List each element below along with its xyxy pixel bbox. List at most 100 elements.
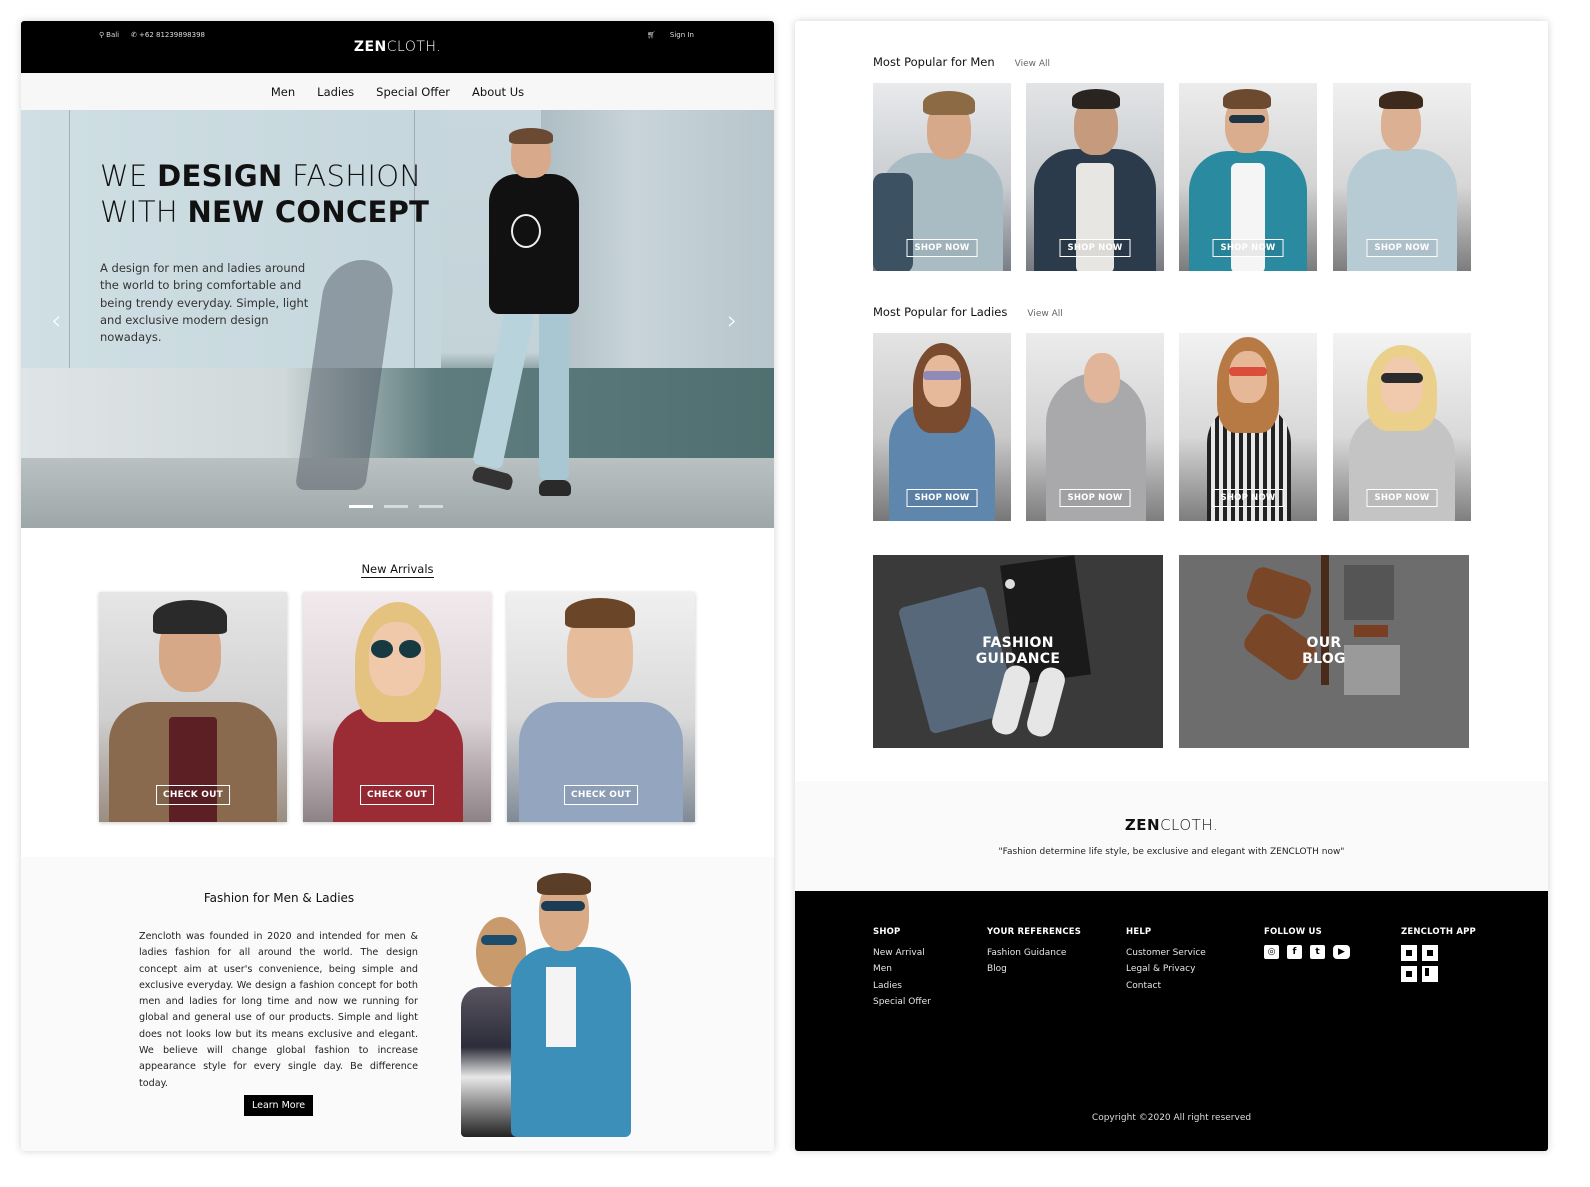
learn-more-button[interactable]: Learn More	[244, 1095, 314, 1116]
carousel-indicators	[349, 505, 443, 508]
footer-link-blog[interactable]: Blog	[987, 961, 1081, 977]
footer-link-contact[interactable]: Contact	[1126, 978, 1206, 994]
shop-now-button[interactable]: SHOP NOW	[1366, 239, 1438, 257]
view-all-ladies-link[interactable]: View All	[1027, 309, 1062, 319]
footer-references-column: YOUR REFERENCES Fashion Guidance Blog	[987, 927, 1081, 978]
nav-about-us[interactable]: About Us	[472, 85, 524, 99]
hero-headline: WE DESIGN FASHION WITH NEW CONCEPT	[100, 159, 430, 229]
phone-icon: ✆	[131, 31, 137, 39]
twitter-icon[interactable]: t	[1310, 945, 1325, 959]
product-card-men[interactable]: SHOP NOW	[873, 83, 1011, 271]
hero-description: A design for men and ladies around the w…	[100, 261, 309, 345]
shop-now-button[interactable]: SHOP NOW	[1059, 239, 1131, 257]
popular-men-title: Most Popular for Men	[873, 55, 995, 69]
check-out-button[interactable]: CHECK OUT	[564, 785, 638, 805]
social-icons: ◎ f t ▶	[1264, 945, 1350, 959]
logo-light: CLOTH.	[386, 39, 442, 55]
carousel-prev-icon[interactable]: ‹	[51, 306, 61, 336]
about-body: Zencloth was founded in 2020 and intende…	[139, 931, 418, 1089]
instagram-icon[interactable]: ◎	[1264, 945, 1279, 959]
new-arrivals-title: New Arrivals	[361, 562, 434, 578]
footer-link-ladies[interactable]: Ladies	[873, 978, 931, 994]
top-bar: ⚲ Bali ✆ +62 81239898398 ZENCLOTH. 🛒︎ Si…	[21, 21, 774, 73]
popular-men-header: Most Popular for Men View All	[873, 55, 1050, 69]
footer-link-men[interactable]: Men	[873, 961, 931, 977]
about-title: Fashion for Men & Ladies	[203, 891, 355, 905]
site-logo[interactable]: ZENCLOTH.	[21, 39, 774, 55]
logo-bold: ZEN	[353, 39, 387, 55]
product-card-ladies[interactable]: SHOP NOW	[873, 333, 1011, 521]
couple-image	[421, 873, 656, 1137]
qr-code-icon[interactable]	[1401, 945, 1476, 982]
card-figure-shirt	[169, 717, 217, 822]
nav-special-offer[interactable]: Special Offer	[376, 85, 450, 99]
hero-model-image	[471, 128, 601, 510]
phone-text: +62 81239898398	[139, 31, 205, 39]
shop-now-button[interactable]: SHOP NOW	[1212, 489, 1284, 507]
new-arrival-card[interactable]: CHECK OUT	[303, 592, 491, 822]
location-pin-icon: ⚲	[99, 31, 105, 39]
popular-ladies-header: Most Popular for Ladies View All	[873, 305, 1063, 319]
footer-shop-title: SHOP	[873, 927, 901, 937]
footer-shop-column: SHOP New Arrival Men Ladies Special Offe…	[873, 927, 931, 1010]
fashion-guidance-card[interactable]: FASHION GUIDANCE	[873, 555, 1163, 748]
product-card-men[interactable]: SHOP NOW	[1333, 83, 1471, 271]
footer-app-column: ZENCLOTH APP	[1401, 927, 1476, 982]
copyright-text: Copyright ©2020 All right reserved	[1091, 1113, 1252, 1123]
view-all-men-link[interactable]: View All	[1015, 59, 1050, 69]
carousel-dot-3[interactable]	[419, 505, 443, 508]
card-figure-face	[369, 622, 425, 696]
hero-bg-line	[69, 110, 70, 410]
footer-link-legal-privacy[interactable]: Legal & Privacy	[1126, 961, 1206, 977]
footer-help-column: HELP Customer Service Legal & Privacy Co…	[1126, 927, 1206, 994]
homepage-bottom-panel: Most Popular for Men View All SHOP NOW S…	[795, 21, 1548, 1151]
shop-now-button[interactable]: SHOP NOW	[906, 489, 978, 507]
account-area: 🛒︎ Sign In	[647, 31, 694, 39]
footer-link-fashion-guidance[interactable]: Fashion Guidance	[987, 945, 1081, 961]
site-footer: SHOP New Arrival Men Ladies Special Offe…	[795, 891, 1548, 1151]
footer-follow-title: FOLLOW US	[1264, 927, 1322, 937]
product-card-men[interactable]: SHOP NOW	[1026, 83, 1164, 271]
carousel-dot-1[interactable]	[349, 505, 373, 508]
shop-now-button[interactable]: SHOP NOW	[1366, 489, 1438, 507]
footer-link-customer-service[interactable]: Customer Service	[1126, 945, 1206, 961]
our-blog-card[interactable]: OUR BLOG	[1179, 555, 1469, 748]
contact-info: ⚲ Bali ✆ +62 81239898398	[99, 31, 205, 39]
hero-bg-stone	[21, 368, 774, 458]
check-out-button[interactable]: CHECK OUT	[360, 785, 434, 805]
carousel-dot-2[interactable]	[384, 505, 408, 508]
nav-ladies[interactable]: Ladies	[317, 85, 354, 99]
carousel-next-icon[interactable]: ›	[727, 306, 737, 336]
facebook-icon[interactable]: f	[1287, 945, 1302, 959]
youtube-icon[interactable]: ▶	[1333, 945, 1350, 959]
footer-link-special-offer[interactable]: Special Offer	[873, 994, 931, 1010]
sign-in-link[interactable]: Sign In	[670, 31, 694, 39]
new-arrival-card[interactable]: CHECK OUT	[99, 592, 287, 822]
brand-tagline-section: ZENCLOTH. "Fashion determine life style,…	[795, 781, 1548, 891]
footer-follow-column: FOLLOW US ◎ f t ▶	[1264, 927, 1350, 959]
cart-icon[interactable]: 🛒︎	[647, 31, 656, 39]
brand-quote: "Fashion determine life style, be exclus…	[998, 847, 1345, 857]
homepage-top-panel: ⚲ Bali ✆ +62 81239898398 ZENCLOTH. 🛒︎ Si…	[21, 21, 774, 1151]
footer-help-title: HELP	[1126, 927, 1152, 937]
product-card-ladies[interactable]: SHOP NOW	[1026, 333, 1164, 521]
footer-logo[interactable]: ZENCLOTH.	[795, 816, 1548, 834]
shop-now-button[interactable]: SHOP NOW	[1212, 239, 1284, 257]
card-figure-sunglasses	[371, 640, 393, 658]
location-text: Bali	[106, 31, 120, 39]
product-card-men[interactable]: SHOP NOW	[1179, 83, 1317, 271]
shop-now-button[interactable]: SHOP NOW	[906, 239, 978, 257]
phone: ✆ +62 81239898398	[131, 31, 205, 39]
product-card-ladies[interactable]: SHOP NOW	[1333, 333, 1471, 521]
nav-men[interactable]: Men	[271, 85, 295, 99]
new-arrival-card[interactable]: CHECK OUT	[507, 592, 695, 822]
card-figure-beanie	[153, 600, 227, 634]
shop-now-button[interactable]: SHOP NOW	[1059, 489, 1131, 507]
check-out-button[interactable]: CHECK OUT	[156, 785, 230, 805]
hero-carousel: WE DESIGN FASHION WITH NEW CONCEPT A des…	[21, 110, 774, 528]
fashion-guidance-label: FASHION GUIDANCE	[975, 635, 1061, 667]
about-section: Fashion for Men & Ladies Zencloth was fo…	[21, 857, 774, 1151]
product-card-ladies[interactable]: SHOP NOW	[1179, 333, 1317, 521]
hero-bg-ground	[21, 458, 774, 528]
footer-link-new-arrival[interactable]: New Arrival	[873, 945, 931, 961]
